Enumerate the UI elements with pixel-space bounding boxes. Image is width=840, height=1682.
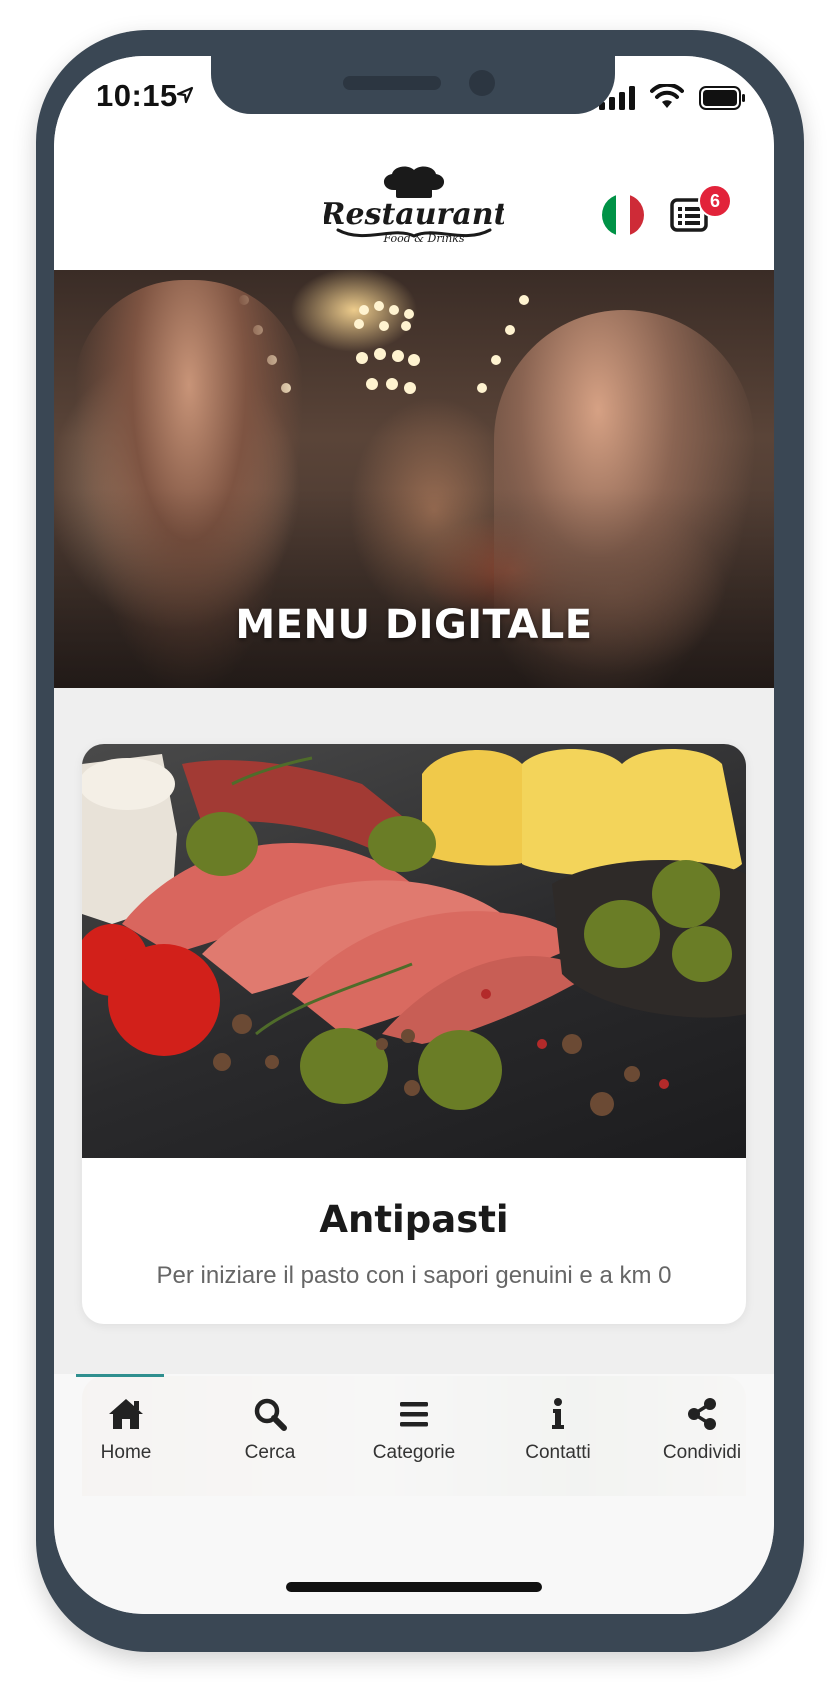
- hero-banner: MENU DIGITALE: [54, 270, 774, 688]
- tab-share-label: Condividi: [662, 1442, 742, 1463]
- app-header: Restaurant Food & Drinks 6: [54, 146, 774, 270]
- tab-share[interactable]: Condividi: [630, 1396, 774, 1476]
- home-icon: [109, 1399, 143, 1429]
- menu-icon: [400, 1402, 428, 1427]
- category-description: Per iniziare il pasto con i sapori genui…: [156, 1262, 672, 1289]
- hero-shade: [54, 488, 774, 688]
- flag-stripe-white: [616, 194, 630, 236]
- antipasti-photo: [82, 749, 746, 1116]
- active-tab-indicator: [76, 1374, 164, 1377]
- notch-speaker: [343, 76, 441, 90]
- restaurant-logo[interactable]: Restaurant Food & Drinks: [324, 164, 504, 250]
- wifi-icon: [650, 84, 684, 108]
- flag-stripe-green: [602, 194, 616, 236]
- tab-contacts[interactable]: Contatti: [486, 1396, 630, 1476]
- notch-camera: [469, 70, 495, 96]
- tab-search[interactable]: Cerca: [198, 1396, 342, 1476]
- tab-search-label: Cerca: [244, 1442, 296, 1463]
- location-arrow-icon: [176, 86, 194, 104]
- category-title: Antipasti: [319, 1198, 509, 1241]
- category-image-antipasti: [82, 744, 746, 1158]
- flag-stripe-red: [630, 194, 644, 236]
- logo-wordmark: Restaurant: [324, 197, 504, 232]
- category-card-antipasti[interactable]: Antipasti Per iniziare il pasto con i sa…: [82, 744, 746, 1324]
- language-flag-button[interactable]: [602, 194, 644, 236]
- status-time: 10:15: [96, 78, 178, 113]
- category-card-body: Antipasti Per iniziare il pasto con i sa…: [82, 1158, 746, 1324]
- tab-contacts-label: Contatti: [525, 1442, 591, 1463]
- tab-home-label: Home: [100, 1442, 152, 1463]
- tab-categories-label: Categorie: [372, 1442, 456, 1463]
- tab-home[interactable]: Home: [54, 1396, 198, 1476]
- share-icon: [688, 1398, 716, 1430]
- search-icon: [254, 1398, 287, 1431]
- logo-tagline: Food & Drinks: [382, 232, 464, 245]
- app-screen: 10:15 Restaurant Food & Drinks 6 MENU DI…: [54, 56, 774, 1614]
- cart-badge: 6: [698, 184, 732, 218]
- home-indicator[interactable]: [286, 1582, 542, 1592]
- hero-title: MENU DIGITALE: [235, 602, 593, 648]
- info-icon: [552, 1398, 564, 1429]
- tab-categories[interactable]: Categorie: [342, 1396, 486, 1476]
- bottom-tab-bar: Home Cerca Categorie Contatti Condividi: [54, 1374, 774, 1614]
- phone-frame: 10:15 Restaurant Food & Drinks 6 MENU DI…: [36, 30, 804, 1652]
- device-notch: [211, 56, 615, 114]
- battery-icon: [699, 86, 745, 110]
